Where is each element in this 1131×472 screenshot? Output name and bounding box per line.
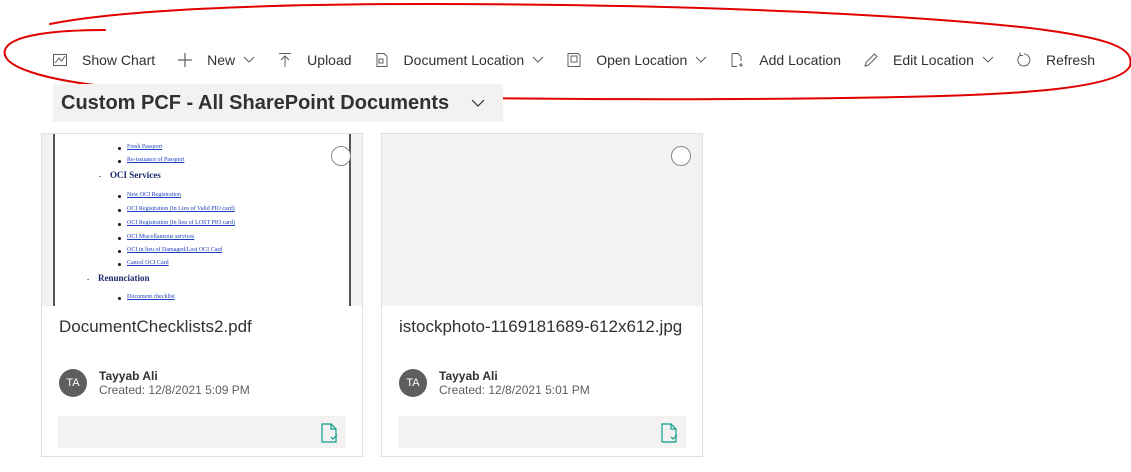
chart-icon [53, 54, 67, 66]
chevron-down-icon [471, 99, 485, 107]
document-thumbnail [382, 134, 702, 306]
bullet [118, 263, 121, 266]
pdf-link: New OCI Registration [127, 192, 181, 198]
edit-location-label: Edit Location [893, 52, 974, 68]
open-location-button[interactable]: Open Location [558, 44, 715, 76]
show-chart-button[interactable]: Show Chart [44, 44, 163, 76]
select-checkbox[interactable] [331, 146, 351, 166]
command-bar: Show Chart New Upload Document Location … [44, 44, 1103, 76]
chevron-down-icon [532, 56, 544, 63]
chevron-down-icon [695, 56, 707, 63]
pdf-link: OCI Registration (In Lieu of Valid PIO c… [127, 206, 235, 212]
bullet [118, 195, 121, 198]
upload-icon [279, 53, 292, 67]
add-location-label: Add Location [759, 52, 841, 68]
show-chart-label: Show Chart [82, 52, 156, 68]
document-type-icon[interactable] [660, 423, 678, 443]
bullet [118, 160, 121, 163]
open-location-icon [567, 53, 581, 67]
plus-icon [178, 53, 193, 67]
card-footer [58, 416, 346, 448]
bullet [118, 297, 121, 300]
document-card[interactable]: istockphoto-1169181689-612x612.jpg TA Ta… [381, 133, 703, 457]
bullet [118, 223, 121, 226]
bullet [118, 237, 121, 240]
card-footer [398, 416, 686, 448]
author-row: TA Tayyab Ali Created: 12/8/2021 5:09 PM [59, 369, 250, 397]
avatar: TA [399, 369, 427, 397]
pdf-link: Fresh Passport [127, 144, 163, 150]
document-location-label: Document Location [403, 52, 525, 68]
bullet [118, 147, 121, 150]
created-date: Created: 12/8/2021 5:09 PM [99, 383, 250, 397]
pdf-link: OCI Registration (In lieu of LOST PIO ca… [127, 220, 236, 226]
bullet [118, 209, 121, 212]
new-label: New [207, 52, 236, 68]
open-location-label: Open Location [596, 52, 688, 68]
pdf-dash: - [99, 172, 102, 180]
pdf-link: Document checklist [127, 294, 175, 300]
avatar: TA [59, 369, 87, 397]
refresh-label: Refresh [1045, 52, 1095, 68]
view-selector[interactable]: Custom PCF - All SharePoint Documents [53, 84, 503, 122]
pdf-link: Re-issuance of Passport [127, 157, 185, 163]
pdf-link: OCI in lieu of Damaged/Lost OCI Card [127, 247, 223, 253]
file-name[interactable]: istockphoto-1169181689-612x612.jpg [399, 316, 689, 338]
upload-label: Upload [307, 52, 352, 68]
created-date: Created: 12/8/2021 5:01 PM [439, 383, 590, 397]
select-checkbox[interactable] [671, 146, 691, 166]
pdf-preview-page: Fresh Passport Re-issuance of Passport -… [53, 134, 351, 306]
pdf-heading: Renunciation [98, 273, 150, 283]
add-location-button[interactable]: Add Location [721, 44, 849, 76]
document-card[interactable]: Fresh Passport Re-issuance of Passport -… [41, 133, 363, 457]
chevron-down-icon [982, 56, 994, 63]
refresh-icon [1017, 52, 1031, 67]
chevron-down-icon [243, 56, 255, 63]
document-thumbnail: Fresh Passport Re-issuance of Passport -… [42, 134, 362, 306]
file-name[interactable]: DocumentChecklists2.pdf [59, 316, 349, 338]
document-type-icon[interactable] [320, 423, 338, 443]
document-location-icon [376, 53, 388, 67]
author-row: TA Tayyab Ali Created: 12/8/2021 5:01 PM [399, 369, 590, 397]
author-name: Tayyab Ali [439, 369, 498, 383]
new-button[interactable]: New [169, 44, 263, 76]
edit-location-button[interactable]: Edit Location [855, 44, 1002, 76]
pdf-heading: OCI Services [110, 170, 161, 180]
view-title: Custom PCF - All SharePoint Documents [61, 91, 450, 114]
pencil-icon [864, 53, 878, 67]
refresh-button[interactable]: Refresh [1008, 44, 1103, 76]
upload-button[interactable]: Upload [269, 44, 359, 76]
pdf-link: Cancel OCI Card [127, 260, 169, 266]
add-document-icon [731, 53, 744, 67]
bullet [118, 250, 121, 253]
pdf-dash: - [87, 275, 90, 283]
pdf-link: OCI Miscellaneous services [127, 234, 195, 240]
document-location-button[interactable]: Document Location [366, 44, 553, 76]
author-name: Tayyab Ali [99, 369, 158, 383]
